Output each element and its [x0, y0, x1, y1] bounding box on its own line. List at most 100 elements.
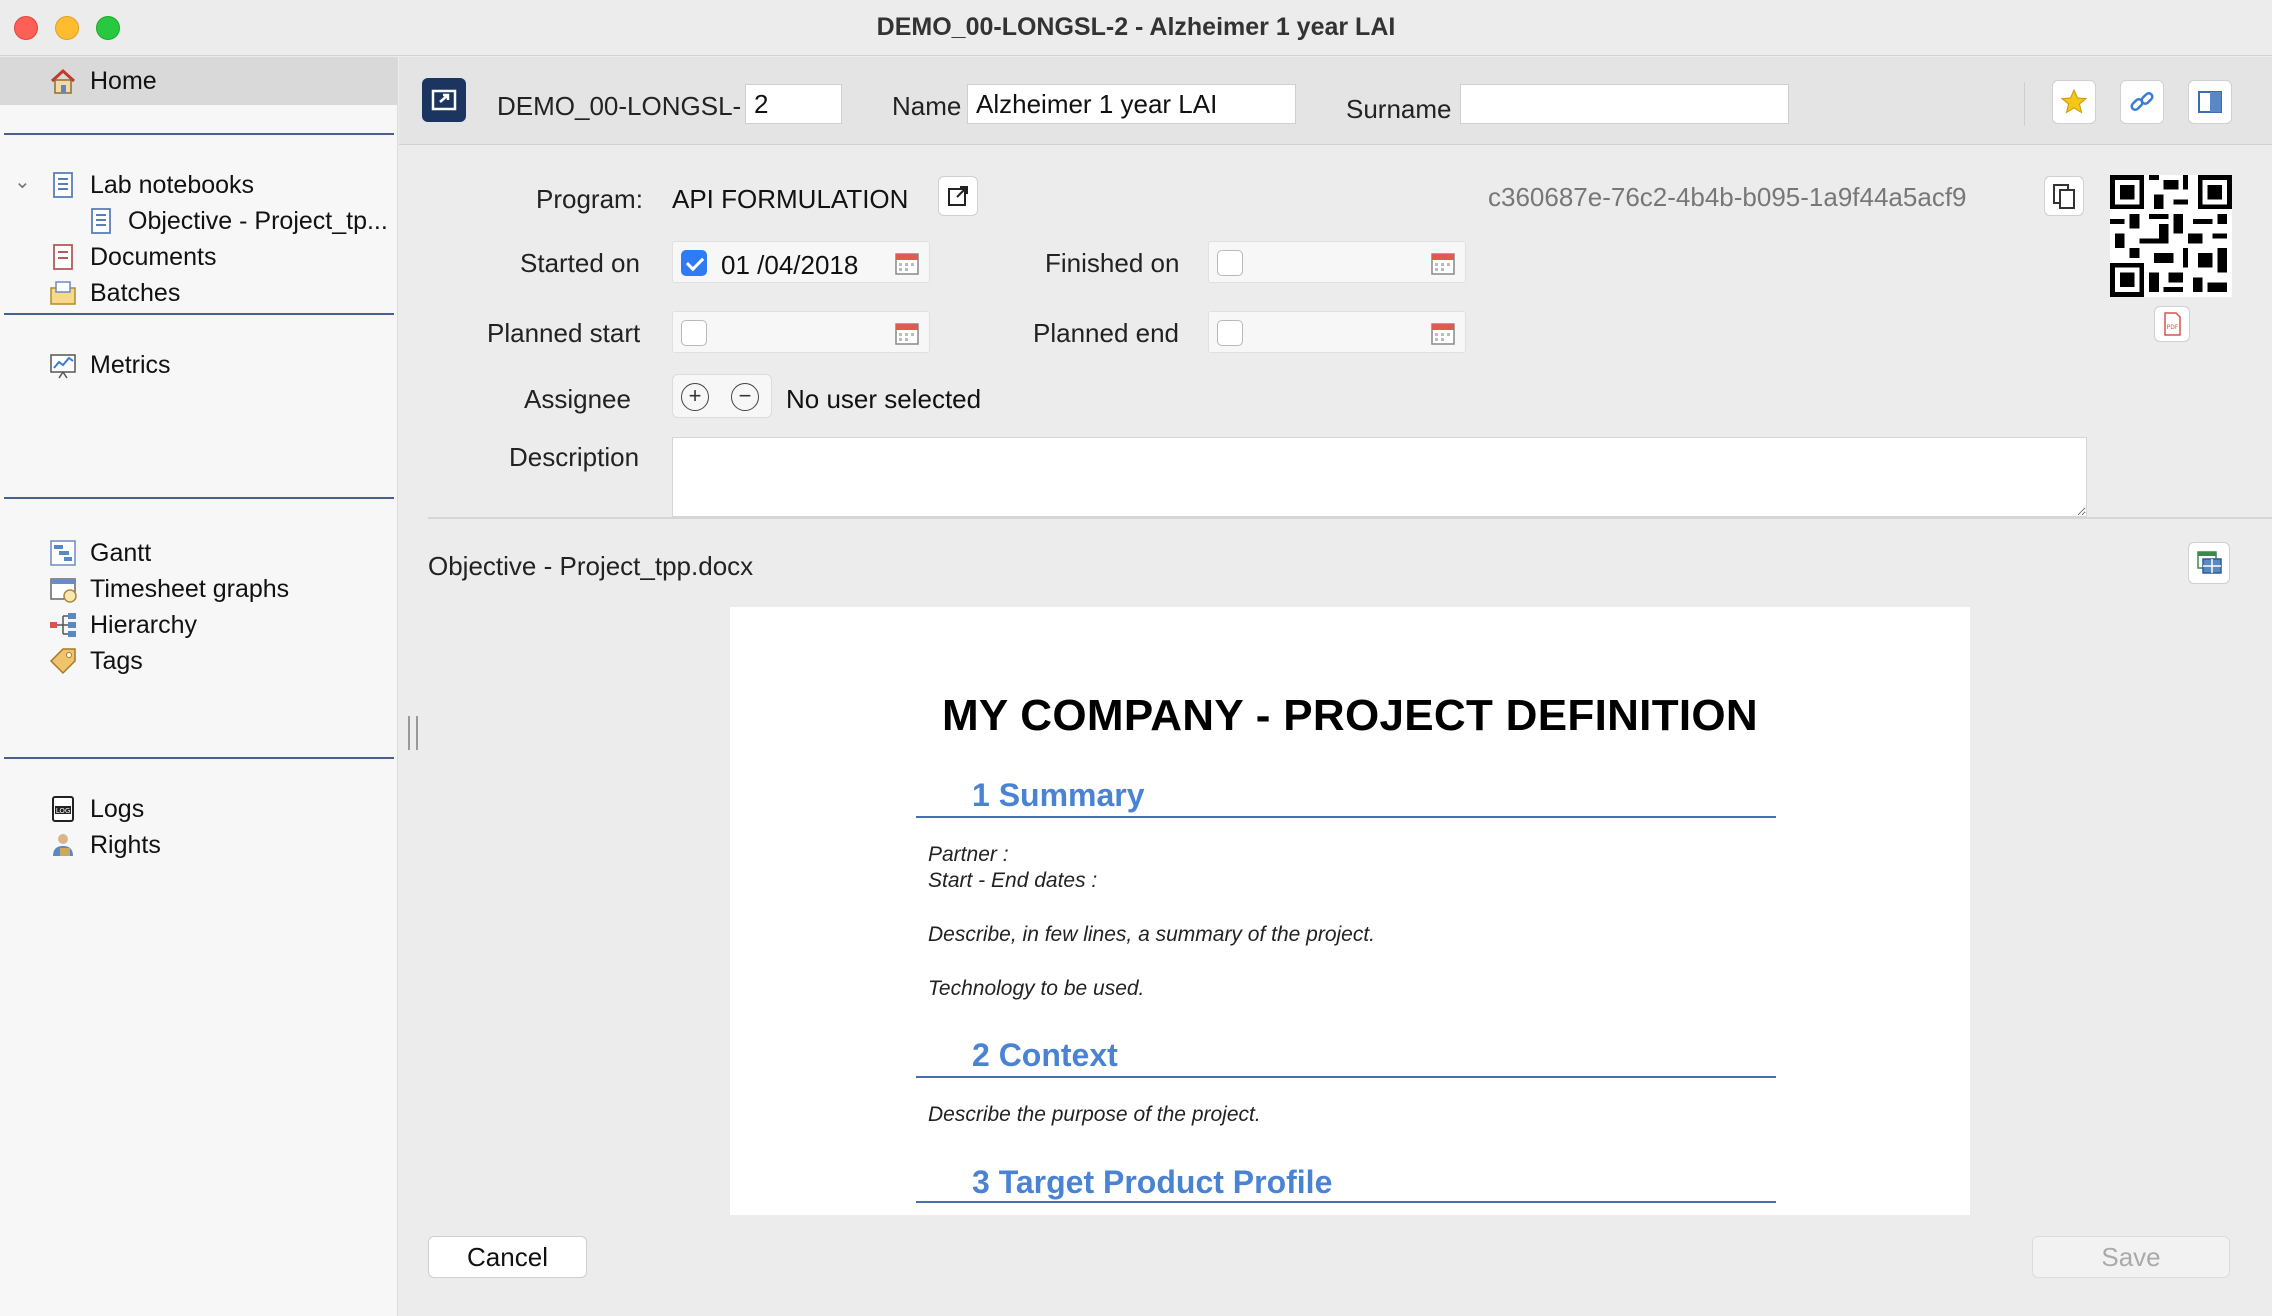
calendar-icon[interactable]: [1429, 249, 1457, 277]
copy-icon: [2053, 184, 2075, 209]
section-heading: 2 Context: [972, 1037, 1118, 1073]
sidebar-item-label: Gantt: [90, 538, 152, 567]
sidebar-item-metrics[interactable]: Metrics: [0, 341, 398, 389]
planned-end-checkbox[interactable]: [1217, 320, 1243, 346]
link-icon: [2130, 91, 2154, 112]
assignee-label: Assignee: [524, 384, 631, 414]
star-icon: [2060, 88, 2088, 114]
svg-text:PDF: PDF: [2167, 324, 2179, 331]
sidebar: Home ⌄ Lab notebooks Objective - Project…: [0, 57, 398, 1316]
sidebar-item-home[interactable]: Home: [0, 57, 398, 105]
document-preview: MY COMPANY - PROJECT DEFINITION 1 Summar…: [730, 607, 1970, 1215]
sidebar-divider: [4, 133, 394, 135]
sidebar-item-rights[interactable]: Rights: [0, 821, 398, 869]
code-prefix: DEMO_00-LONGSL-: [497, 91, 742, 121]
started-on-field[interactable]: 01 /04/2018: [672, 241, 930, 283]
open-record-button[interactable]: [422, 78, 466, 122]
spreadsheet-icon: [2197, 551, 2222, 574]
document-text: Partner :: [928, 843, 1009, 866]
documents-icon: [48, 242, 78, 272]
document-icon: [86, 206, 116, 236]
sidebar-item-label: Home: [90, 66, 157, 95]
program-value: API FORMULATION: [672, 184, 909, 214]
started-on-checkbox[interactable]: [681, 250, 707, 276]
sidebar-splitter[interactable]: [408, 716, 418, 750]
metrics-icon: [48, 350, 78, 380]
sidebar-item-batches[interactable]: Batches: [0, 269, 398, 317]
export-pdf-button[interactable]: PDF: [2154, 306, 2190, 342]
remove-assignee-button[interactable]: −: [731, 383, 759, 411]
sidebar-item-label: Timesheet graphs: [90, 574, 290, 603]
sidebar-divider: [4, 313, 394, 315]
header-divider: [2024, 82, 2025, 126]
name-label: Name: [892, 91, 962, 121]
section-rule: [916, 816, 1776, 818]
open-program-button[interactable]: [938, 176, 978, 216]
open-external-icon: [948, 186, 968, 206]
planned-end-label: Planned end: [1033, 318, 1180, 348]
document-text: Start - End dates :: [928, 869, 1098, 892]
panel-toggle-button[interactable]: [2188, 80, 2232, 124]
logs-icon: LOG: [48, 794, 78, 824]
surname-label: Surname: [1346, 94, 1452, 124]
notebook-icon: [48, 170, 78, 200]
add-assignee-button[interactable]: +: [681, 383, 709, 411]
sidebar-divider: [4, 497, 394, 499]
section-rule: [916, 1201, 1776, 1203]
timesheet-icon: [48, 574, 78, 604]
sidebar-item-label: Logs: [90, 794, 145, 823]
program-label: Program:: [536, 184, 643, 214]
form-divider: [428, 517, 2272, 519]
finished-on-checkbox[interactable]: [1217, 250, 1243, 276]
document-filename: Objective - Project_tpp.docx: [428, 551, 754, 581]
home-icon: [48, 66, 78, 96]
surname-input[interactable]: [1460, 84, 1789, 124]
section-heading: 3 Target Product Profile: [972, 1164, 1333, 1200]
tag-icon: [48, 646, 78, 676]
sidebar-panel-icon: [2198, 91, 2222, 113]
favorite-button[interactable]: [2052, 80, 2096, 124]
sidebar-item-label: Documents: [90, 242, 217, 271]
document-text: Describe the purpose of the project.: [928, 1103, 1261, 1126]
open-external-icon: [431, 89, 457, 111]
section-heading: 1 Summary: [972, 777, 1145, 813]
calendar-icon[interactable]: [893, 319, 921, 347]
planned-end-field[interactable]: [1208, 311, 1466, 353]
hierarchy-icon: [48, 610, 78, 640]
document-text: Describe, in few lines, a summary of the…: [928, 923, 1376, 946]
document-heading: MY COMPANY - PROJECT DEFINITION: [941, 691, 1759, 740]
sidebar-item-label: Metrics: [90, 350, 171, 379]
calendar-icon[interactable]: [1429, 319, 1457, 347]
section-rule: [916, 1076, 1776, 1078]
sidebar-item-tags[interactable]: Tags: [0, 637, 398, 685]
planned-start-label: Planned start: [487, 318, 641, 348]
title-bar: DEMO_00-LONGSL-2 - Alzheimer 1 year LAI: [0, 0, 2272, 56]
save-button[interactable]: Save: [2032, 1236, 2230, 1278]
gantt-icon: [48, 538, 78, 568]
planned-start-checkbox[interactable]: [681, 320, 707, 346]
document-options-button[interactable]: [2188, 542, 2230, 584]
pdf-icon: PDF: [2164, 312, 2181, 336]
finished-on-label: Finished on: [1045, 248, 1180, 278]
sidebar-item-label: Tags: [90, 646, 143, 675]
assignee-value: No user selected: [786, 384, 982, 414]
rights-icon: [48, 830, 78, 860]
planned-start-field[interactable]: [672, 311, 930, 353]
copy-uuid-button[interactable]: [2044, 176, 2084, 216]
name-input[interactable]: [967, 84, 1296, 124]
code-number-input[interactable]: [745, 84, 842, 124]
sidebar-item-label: Hierarchy: [90, 610, 197, 639]
sidebar-item-label: Lab notebooks: [90, 170, 255, 199]
sidebar-item-label: Rights: [90, 830, 161, 859]
description-input[interactable]: [672, 437, 2087, 517]
cancel-button[interactable]: Cancel: [428, 1236, 587, 1278]
started-on-date: 01 /04/2018: [721, 250, 859, 280]
sidebar-item-label: Objective - Project_tp...: [128, 206, 388, 235]
batches-icon: [48, 278, 78, 308]
qr-code: [2110, 175, 2232, 297]
window-title: DEMO_00-LONGSL-2 - Alzheimer 1 year LAI: [876, 13, 1396, 41]
finished-on-field[interactable]: [1208, 241, 1466, 283]
sidebar-divider: [4, 757, 394, 759]
calendar-icon[interactable]: [893, 249, 921, 277]
link-button[interactable]: [2120, 80, 2164, 124]
